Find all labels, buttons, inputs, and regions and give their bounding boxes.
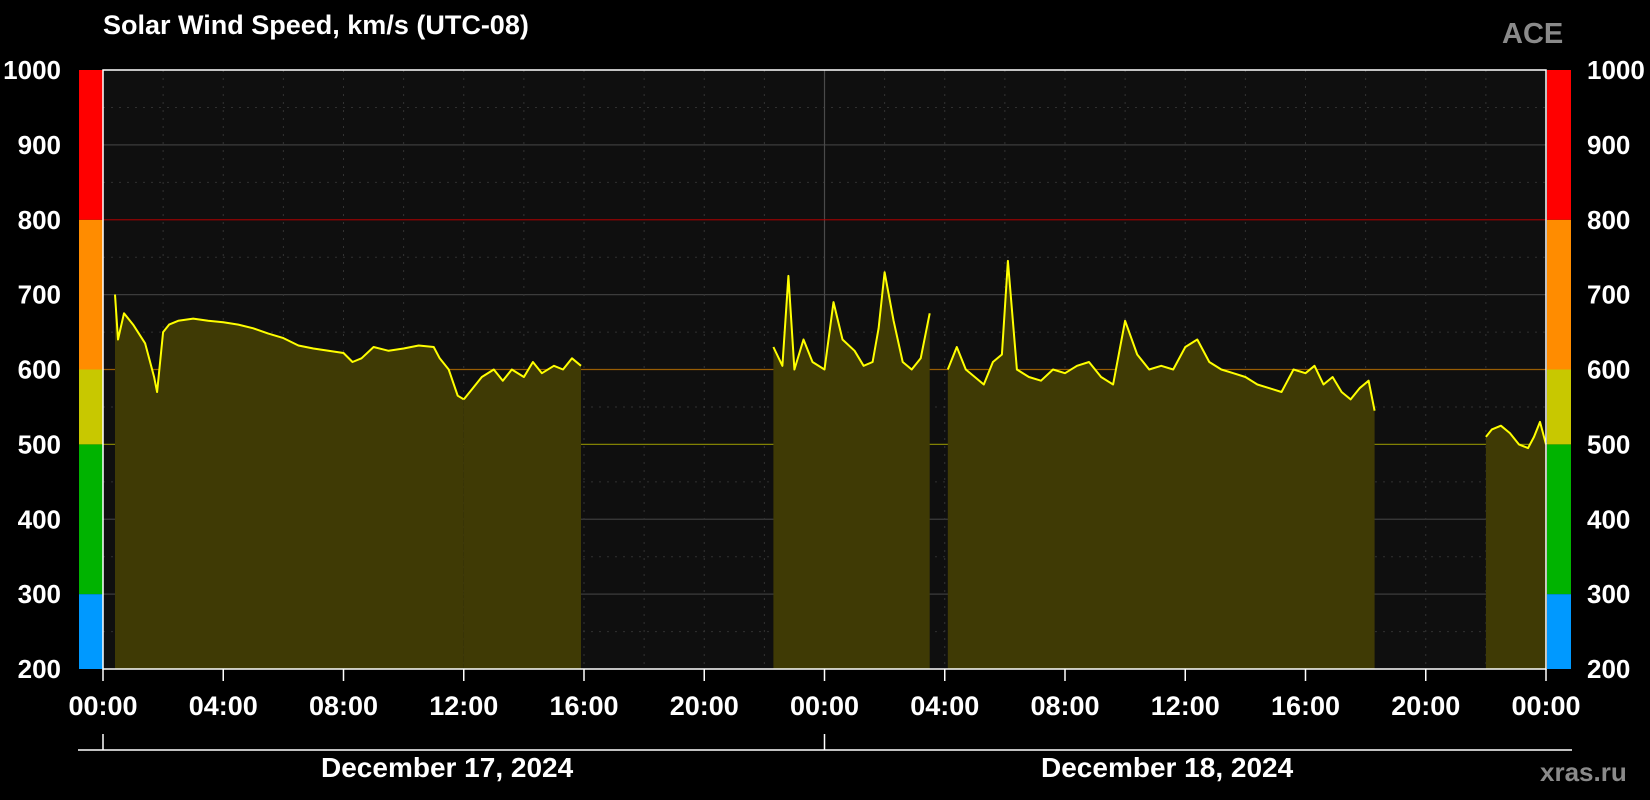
y-tick-label-left: 900: [18, 130, 61, 160]
speed-area-segment-4: [1485, 421, 1546, 669]
y-tick-label-right: 200: [1587, 654, 1630, 684]
y-tick-label-right: 300: [1587, 579, 1630, 609]
y-tick-label-right: 600: [1587, 355, 1630, 385]
color-band-left-1: [79, 444, 103, 595]
y-tick-label-left: 1000: [3, 55, 61, 85]
color-band-right-3: [1547, 219, 1571, 370]
site-watermark: xras.ru: [1540, 757, 1627, 787]
x-tick-label: 12:00: [1151, 691, 1220, 721]
x-tick-label: 12:00: [429, 691, 498, 721]
color-band-right-2: [1547, 369, 1571, 445]
color-band-left-2: [79, 369, 103, 445]
x-tick-label: 08:00: [309, 691, 378, 721]
solar-wind-chart: 200 200 300 300 400 400 500 500 600 600 700 700 800 8…: [3, 55, 1645, 751]
color-band-left-0: [79, 594, 103, 669]
y-tick-label-right: 500: [1587, 429, 1630, 459]
y-tick-label-left: 700: [18, 280, 61, 310]
y-tick-label-right: 400: [1587, 504, 1630, 534]
x-tick-label: 16:00: [549, 691, 618, 721]
color-band-right-1: [1547, 444, 1571, 595]
x-tick-label: 20:00: [670, 691, 739, 721]
y-tick-label-right: 700: [1587, 280, 1630, 310]
y-tick-label-left: 200: [18, 654, 61, 684]
x-tick-label: 00:00: [790, 691, 859, 721]
x-tick-label: 16:00: [1271, 691, 1340, 721]
y-tick-label-right: 1000: [1587, 55, 1645, 85]
x-tick-label: 00:00: [1511, 691, 1580, 721]
y-tick-label-left: 800: [18, 205, 61, 235]
color-band-left-4: [79, 70, 103, 220]
speed-area-segment-0: [115, 294, 464, 669]
y-tick-label-left: 400: [18, 504, 61, 534]
date-label-day1: December 17, 2024: [321, 752, 574, 783]
brand-label: ACE: [1502, 18, 1564, 50]
color-band-right-0: [1547, 594, 1571, 669]
date-label-day2: December 18, 2024: [1041, 752, 1294, 783]
color-band-left-3: [79, 219, 103, 370]
y-tick-label-left: 500: [18, 429, 61, 459]
x-tick-label: 08:00: [1030, 691, 1099, 721]
x-axis: 00:00 04:00 08:00 12:00 16:00 20:00 00:00 04:00…: [68, 669, 1581, 751]
chart-title: Solar Wind Speed, km/s (UTC-08): [103, 10, 529, 40]
x-tick-label: 04:00: [910, 691, 979, 721]
x-tick-label: 00:00: [68, 691, 137, 721]
y-tick-label-left: 600: [18, 355, 61, 385]
color-band-right-4: [1547, 70, 1571, 220]
x-tick-label: 20:00: [1391, 691, 1460, 721]
y-tick-label-left: 300: [18, 579, 61, 609]
y-tick-label-right: 800: [1587, 205, 1630, 235]
x-tick-label: 04:00: [189, 691, 258, 721]
speed-area-segment-1: [463, 358, 581, 669]
y-tick-label-right: 900: [1587, 130, 1630, 160]
